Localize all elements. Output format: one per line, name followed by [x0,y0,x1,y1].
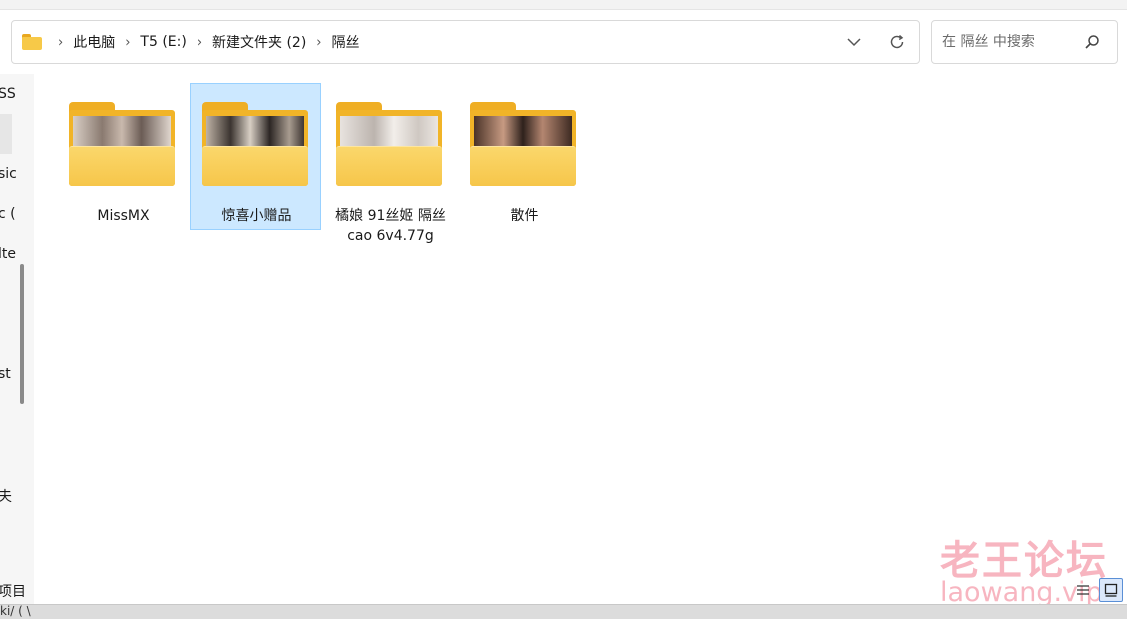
refresh-icon [890,34,904,49]
file-list: MissMX 惊喜小赠品 橘娘 91丝姬 隔丝 cao 6v4.77g 散件 [40,74,1127,574]
nav-item[interactable]: lte [0,246,16,262]
navigation-pane: SS sic c ( lte st 夫 [0,74,34,604]
status-bar: 项目 [0,578,1127,604]
folder-item[interactable]: 橘娘 91丝姬 隔丝 cao 6v4.77g [324,83,455,244]
chevron-right-icon[interactable]: › [58,34,63,51]
chevron-right-icon[interactable]: › [197,34,202,51]
folder-name: MissMX [97,208,150,224]
title-strip [0,0,1127,10]
refresh-button[interactable] [883,28,911,56]
address-bar[interactable]: › 此电脑 › T5 (E:) › 新建文件夹 (2) › 隔丝 [11,20,920,64]
search-input[interactable] [942,34,1072,50]
folder-icon [202,102,308,186]
folder-item[interactable]: 惊喜小赠品 [190,83,321,230]
folder-icon [336,102,442,186]
breadcrumb: › 此电脑 › T5 (E:) › 新建文件夹 (2) › 隔丝 [48,32,360,52]
breadcrumb-new-folder-2[interactable]: 新建文件夹 (2) [212,32,306,52]
details-view-icon [1077,585,1089,595]
nav-item[interactable]: c ( [0,206,16,222]
nav-item[interactable]: sic [0,166,17,182]
folder-name: 橘娘 91丝姬 隔丝 cao 6v4.77g [335,208,446,244]
breadcrumb-drive-t5[interactable]: T5 (E:) [140,34,186,50]
folder-name: 散件 [510,208,539,224]
file-explorer-window: › 此电脑 › T5 (E:) › 新建文件夹 (2) › 隔丝 SS si [0,0,1127,619]
nav-item[interactable]: SS [0,86,16,102]
nav-scrollbar[interactable] [20,264,24,404]
taskbar-strip: ki/ ( \ [0,604,1127,619]
chevron-right-icon[interactable]: › [125,34,130,51]
breadcrumb-current-folder[interactable]: 隔丝 [332,32,360,52]
history-dropdown-button[interactable] [840,28,868,56]
item-count-text: 项目 [0,584,26,600]
folder-icon [69,102,175,186]
folder-name: 惊喜小赠品 [221,208,292,224]
large-icons-view-button[interactable] [1099,578,1123,602]
bottom-text: ki/ ( \ [0,604,31,618]
nav-selected-highlight [0,114,12,154]
folder-icon [22,34,42,50]
nav-item[interactable]: st [0,366,11,382]
folder-item[interactable]: 散件 [458,83,589,230]
large-icons-view-icon [1104,583,1118,597]
folder-item[interactable]: MissMX [57,83,188,230]
chevron-down-icon [847,38,861,47]
search-box[interactable] [931,20,1118,64]
search-icon[interactable] [1083,33,1101,51]
details-view-button[interactable] [1071,578,1095,602]
nav-item[interactable]: 夫 [0,486,12,506]
folder-icon [470,102,576,186]
breadcrumb-this-pc[interactable]: 此电脑 [73,32,115,52]
chevron-right-icon[interactable]: › [316,34,321,51]
